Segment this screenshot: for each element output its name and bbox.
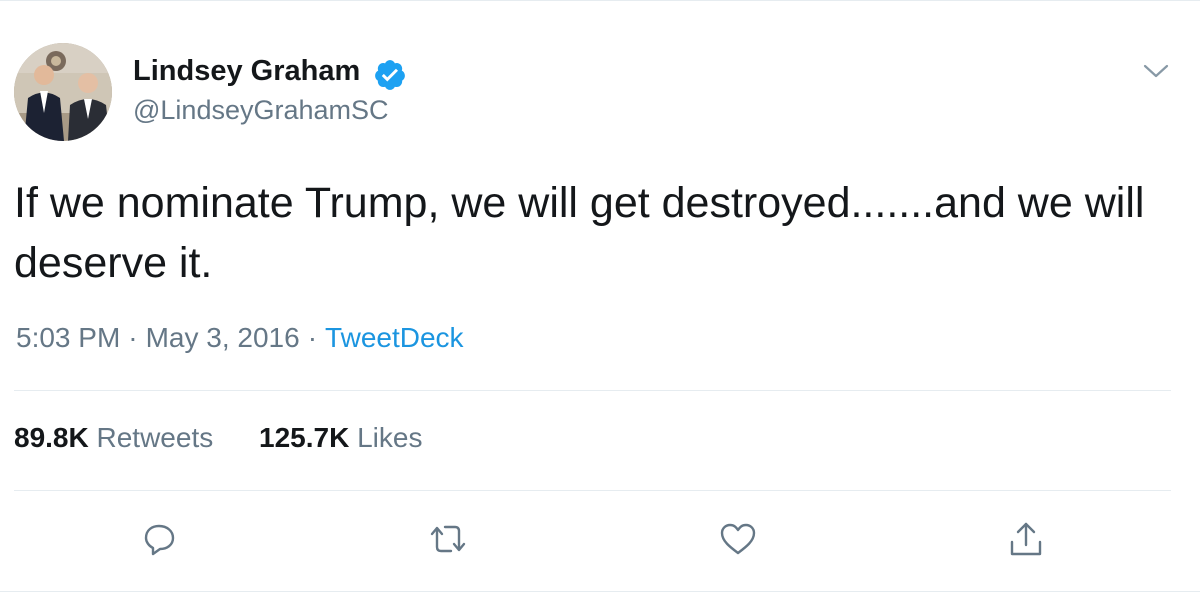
chevron-down-icon[interactable]	[1142, 59, 1170, 83]
retweet-icon	[430, 525, 466, 553]
tweet-stats: 89.8K Retweets 125.7K Likes	[14, 422, 460, 454]
share-button[interactable]	[1004, 517, 1048, 561]
avatar[interactable]	[14, 43, 112, 141]
tweet-text: If we nominate Trump, we will get destro…	[14, 179, 1145, 287]
verified-badge-icon	[375, 60, 405, 90]
like-button[interactable]	[716, 517, 760, 561]
retweets-stat[interactable]: 89.8K Retweets	[14, 422, 213, 454]
reply-icon	[144, 524, 175, 556]
tweet-card: Lindsey Graham @LindseyGrahamSC If we no…	[0, 0, 1200, 594]
share-icon	[1010, 522, 1042, 556]
tweet-time[interactable]: 5:03 PM	[16, 322, 120, 353]
meta-separator: ·	[128, 322, 138, 353]
retweet-button[interactable]	[426, 517, 470, 561]
divider	[14, 490, 1171, 491]
user-handle[interactable]: @LindseyGrahamSC	[133, 95, 389, 126]
heart-icon	[720, 523, 756, 555]
divider	[14, 390, 1171, 391]
reply-button[interactable]	[137, 517, 181, 561]
display-name[interactable]: Lindsey Graham	[133, 55, 360, 88]
retweets-label: Retweets	[96, 422, 214, 453]
card-bottom-border	[0, 591, 1200, 592]
likes-stat[interactable]: 125.7K Likes	[259, 422, 422, 454]
likes-count: 125.7K	[259, 422, 350, 453]
tweet-meta: 5:03 PM · May 3, 2016 · TweetDeck	[16, 322, 464, 354]
tweet-source-link[interactable]: TweetDeck	[325, 322, 464, 353]
meta-separator: ·	[307, 322, 318, 353]
retweets-count: 89.8K	[14, 422, 89, 453]
tweet-date[interactable]: May 3, 2016	[146, 322, 300, 353]
likes-label: Likes	[357, 422, 423, 453]
